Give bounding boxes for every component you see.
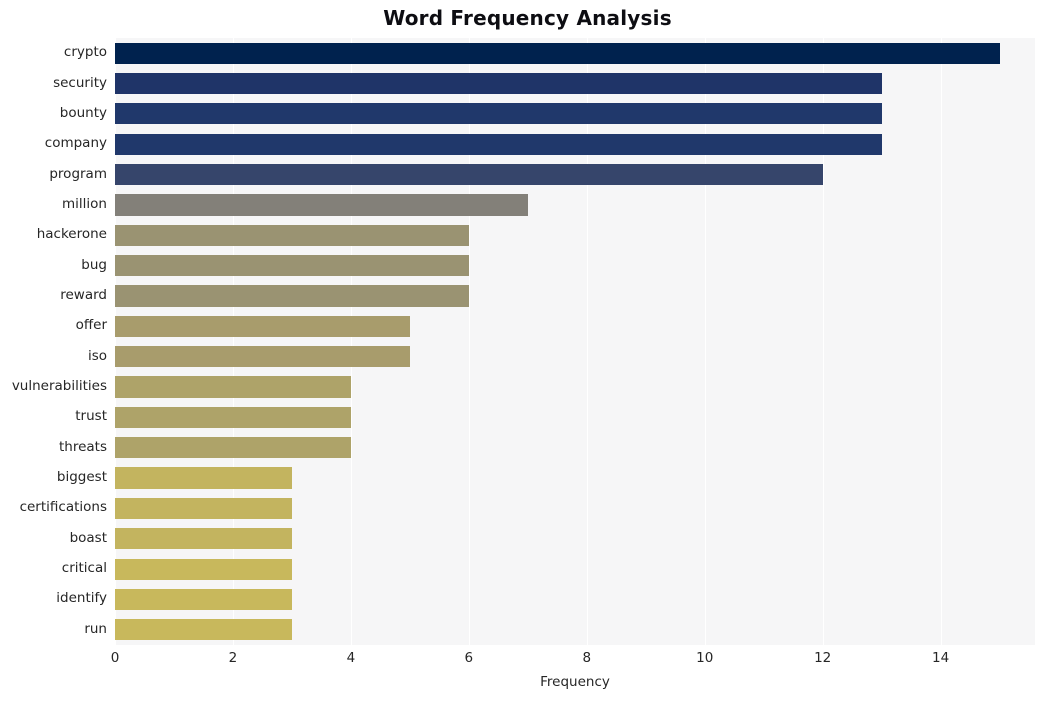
gridline-vertical xyxy=(940,38,943,645)
bar-bug xyxy=(115,255,469,277)
bar-hackerone xyxy=(115,224,469,246)
bar-row xyxy=(115,619,1035,641)
x-tick-label-14: 14 xyxy=(932,650,950,666)
bar-row xyxy=(115,163,1035,186)
y-tick-label-trust: trust xyxy=(75,408,107,425)
y-tick-label-boast: boast xyxy=(69,529,107,546)
y-tick-label-biggest: biggest xyxy=(56,469,107,486)
bar-row xyxy=(115,376,1035,398)
y-tick-label-million: million xyxy=(62,195,107,212)
gridline-vertical xyxy=(350,38,353,645)
bar-crypto xyxy=(115,42,1000,64)
y-tick-label-identify: identify xyxy=(56,590,107,607)
bar-row xyxy=(115,72,1035,95)
bar-certifications xyxy=(115,497,292,520)
y-tick-label-company: company xyxy=(44,135,107,152)
bar-row xyxy=(115,194,1035,216)
word-frequency-chart-figure: Word Frequency Analysis crypto security bo… xyxy=(0,0,1055,701)
y-tick-label-critical: critical xyxy=(61,560,107,577)
y-tick-label-reward: reward xyxy=(60,286,107,303)
bar-identify xyxy=(115,588,292,611)
bar-row xyxy=(115,558,1035,580)
y-tick-label-threats: threats xyxy=(58,438,107,455)
y-axis-tick-labels: crypto security bounty company program millio… xyxy=(0,38,107,645)
x-tick-label-2: 2 xyxy=(228,650,238,666)
bar-row xyxy=(115,285,1035,307)
gridline-vertical xyxy=(468,38,471,645)
bar-trust xyxy=(115,406,351,428)
bar-program xyxy=(115,163,823,186)
bar-row xyxy=(115,255,1035,277)
bar-row xyxy=(115,497,1035,520)
bar-reward xyxy=(115,285,469,307)
x-tick-label-6: 6 xyxy=(464,650,474,666)
bar-million xyxy=(115,194,528,216)
x-axis-tick-labels: 0 2 4 6 8 10 12 14 xyxy=(0,650,1055,674)
bar-bounty xyxy=(115,103,882,125)
y-tick-label-crypto: crypto xyxy=(63,44,107,61)
gridline-vertical xyxy=(232,38,235,645)
bar-run xyxy=(115,619,292,641)
x-tick-label-10: 10 xyxy=(696,650,714,666)
gridline-vertical xyxy=(586,38,589,645)
bar-row xyxy=(115,103,1035,125)
bar-threats xyxy=(115,437,351,459)
chart-title: Word Frequency Analysis xyxy=(383,6,672,30)
plot-area xyxy=(115,38,1035,645)
bar-offer xyxy=(115,315,410,337)
y-tick-label-certifications: certifications xyxy=(19,499,107,516)
bar-row xyxy=(115,588,1035,611)
bar-iso xyxy=(115,346,410,368)
x-axis-label: Frequency xyxy=(540,674,610,690)
bar-critical xyxy=(115,558,292,580)
y-tick-label-security: security xyxy=(53,74,107,91)
bar-row xyxy=(115,346,1035,368)
y-tick-label-run: run xyxy=(84,620,107,637)
gridline-vertical xyxy=(115,38,117,645)
x-tick-label-4: 4 xyxy=(346,650,356,666)
bar-row xyxy=(115,528,1035,550)
bar-row xyxy=(115,224,1035,246)
bar-security xyxy=(115,72,882,95)
bar-row xyxy=(115,406,1035,428)
x-tick-label-8: 8 xyxy=(582,650,592,666)
bar-row xyxy=(115,437,1035,459)
bar-boast xyxy=(115,528,292,550)
y-tick-label-bounty: bounty xyxy=(59,104,107,121)
bar-row xyxy=(115,467,1035,489)
y-tick-label-bug: bug xyxy=(81,256,107,273)
bar-vulnerabilities xyxy=(115,376,351,398)
gridline-vertical xyxy=(822,38,825,645)
bar-company xyxy=(115,133,882,155)
y-tick-label-offer: offer xyxy=(75,317,107,334)
x-tick-label-12: 12 xyxy=(814,650,832,666)
bar-row xyxy=(115,133,1035,155)
x-tick-label-0: 0 xyxy=(110,650,120,666)
y-tick-label-iso: iso xyxy=(87,347,107,364)
y-tick-label-hackerone: hackerone xyxy=(36,226,107,243)
gridline-vertical xyxy=(704,38,707,645)
y-tick-label-vulnerabilities: vulnerabilities xyxy=(11,378,107,395)
y-tick-label-program: program xyxy=(49,165,107,182)
bar-biggest xyxy=(115,467,292,489)
bar-row xyxy=(115,315,1035,337)
bar-row xyxy=(115,42,1035,64)
